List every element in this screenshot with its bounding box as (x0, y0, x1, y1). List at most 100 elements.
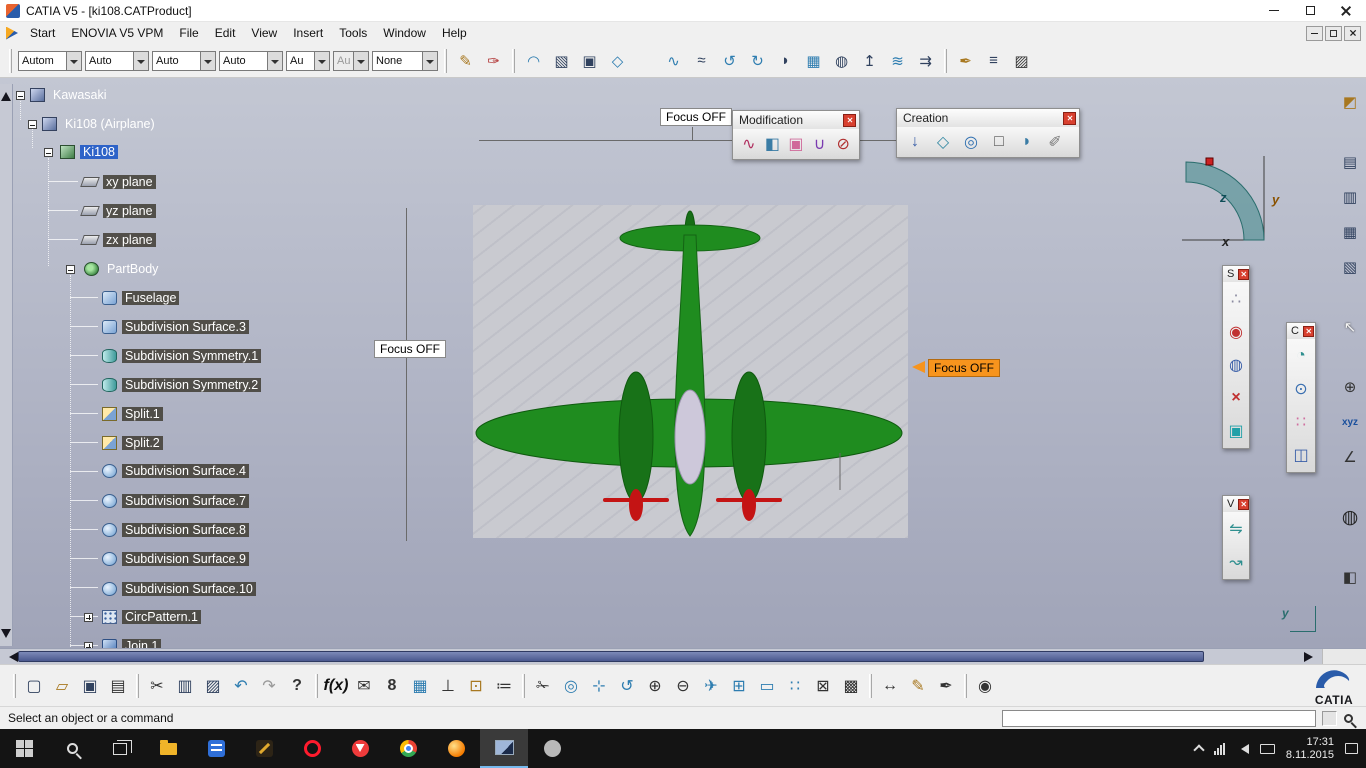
tree-item-label[interactable]: zx plane (103, 233, 156, 247)
rules-icon[interactable]: ≔ (491, 673, 517, 699)
tray-chevron-up-icon[interactable] (1193, 744, 1205, 756)
render-style-icon[interactable]: ∷ (782, 673, 808, 699)
arc-icon[interactable]: ◠ (521, 48, 546, 73)
tree-item-subdivision-surface-8[interactable]: Subdivision Surface.8 (102, 521, 249, 539)
ink-icon[interactable]: ✒ (933, 673, 959, 699)
knowledge-icon[interactable]: 8 (379, 673, 405, 699)
face-box-icon[interactable]: ▣ (786, 132, 806, 156)
wire-sphere-icon[interactable]: ◍ (1224, 353, 1248, 377)
minimize-button[interactable] (1256, 0, 1292, 21)
network-icon[interactable] (1213, 742, 1225, 755)
close-button[interactable] (1303, 325, 1314, 337)
tree-item-label[interactable]: Subdivision Surface.4 (122, 464, 249, 478)
sweep-view-icon[interactable]: ↝ (1224, 550, 1248, 574)
cyan-box-icon[interactable]: ▣ (1224, 419, 1248, 443)
search-user-icon[interactable] (1344, 712, 1353, 726)
paint-icon[interactable]: ◩ (1338, 90, 1362, 114)
tree-item-split-2[interactable]: Split.2 (102, 434, 163, 452)
delete-icon[interactable]: × (1224, 386, 1248, 410)
tree-item-label[interactable]: Ki108 (80, 145, 118, 159)
grid-icon[interactable]: ▦ (801, 48, 826, 73)
undo-icon[interactable]: ↶ (228, 673, 254, 699)
capture-icon[interactable]: ◉ (972, 673, 998, 699)
doc-close-button[interactable] (1344, 25, 1361, 41)
tree-item-yz-plane[interactable]: yz plane (80, 202, 156, 220)
redo-icon[interactable]: ↷ (256, 673, 282, 699)
red-sphere-icon[interactable]: ◉ (1224, 320, 1248, 344)
zoom-in-icon[interactable]: ⊕ (642, 673, 668, 699)
tree-item-label[interactable]: xy plane (103, 175, 156, 189)
catia-taskbar-button[interactable] (480, 729, 528, 768)
cut-icon[interactable]: ✂ (144, 673, 170, 699)
select-cursor-icon[interactable]: ↖ (1338, 315, 1362, 339)
notification-center-icon[interactable] (1345, 743, 1358, 754)
zoom-out-icon[interactable]: ⊖ (670, 673, 696, 699)
comment-icon[interactable]: ✉ (351, 673, 377, 699)
point-grid-icon[interactable]: ∷ (1289, 410, 1313, 434)
cylinder-icon[interactable]: ◎ (959, 130, 983, 154)
quick-view-icon[interactable]: ▭ (754, 673, 780, 699)
layer-list-icon[interactable]: ▧ (1338, 255, 1362, 279)
line-weight-combo[interactable]: Auto (152, 50, 216, 71)
tree-item-label[interactable]: Ki108 (Airplane) (62, 117, 158, 131)
plane-tool-icon[interactable]: ◇ (931, 130, 955, 154)
cutter-icon[interactable]: ✐ (1043, 130, 1067, 154)
rotate-view-icon[interactable]: ↺ (614, 673, 640, 699)
axis-target-icon[interactable]: ∠ (1338, 445, 1362, 469)
3d-compass[interactable]: z y x (1172, 150, 1294, 256)
tree-item-subdivision-surface-4[interactable]: Subdivision Surface.4 (102, 462, 249, 480)
scroll-left-icon[interactable] (4, 652, 18, 662)
scrollbar-thumb[interactable] (18, 651, 1204, 662)
doc-restore-button[interactable] (1325, 25, 1342, 41)
catalog-icon[interactable]: ⊡ (463, 673, 489, 699)
edit-spline-icon[interactable]: ∿ (739, 132, 759, 156)
multi-view-icon[interactable]: ⊞ (726, 673, 752, 699)
close-button[interactable] (1328, 0, 1364, 21)
close-button[interactable] (843, 113, 856, 127)
tree-item-subdivision-symmetry-1[interactable]: Subdivision Symmetry.1 (102, 347, 262, 365)
swap-arrows-icon[interactable] (633, 48, 658, 73)
shade-mode-icon[interactable]: ◧ (1338, 565, 1362, 589)
tree-item-zx-plane[interactable]: zx plane (80, 231, 156, 249)
revolve-icon[interactable]: ⊙ (1289, 377, 1313, 401)
paste-icon[interactable]: ▨ (200, 673, 226, 699)
print-icon[interactable]: ▤ (105, 673, 131, 699)
pen-icon[interactable]: ✒ (953, 48, 978, 73)
shaded-box-icon[interactable]: ▧ (549, 48, 574, 73)
layers-icon[interactable]: ≡ (981, 48, 1006, 73)
tree-item-label[interactable]: Subdivision Symmetry.2 (122, 378, 262, 392)
menu-enovia[interactable]: ENOVIA V5 VPM (63, 23, 171, 43)
viewport[interactable]: Focus OFF Focus OFF Focus OFF Kawasaki K… (0, 78, 1366, 648)
greenshot-button[interactable] (528, 729, 576, 768)
toolbar-grip[interactable] (869, 673, 872, 698)
expand-toggle[interactable] (84, 613, 93, 622)
scroll-down-icon[interactable] (1, 629, 11, 643)
fillet-icon[interactable]: ◗ (773, 48, 798, 73)
trim-icon[interactable]: ✁ (530, 673, 556, 699)
tree-item-label[interactable]: yz plane (103, 204, 156, 218)
tree-item-xy-plane[interactable]: xy plane (80, 173, 156, 191)
collapse-toggle[interactable] (16, 91, 25, 100)
layer-list-icon[interactable]: ▦ (1338, 220, 1362, 244)
scroll-up-icon[interactable] (1, 87, 11, 101)
tree-item-label[interactable]: Split.2 (122, 436, 163, 450)
expand-toggle[interactable] (84, 642, 93, 648)
formula-icon[interactable]: f(x) (323, 673, 349, 699)
restore-button[interactable] (1292, 0, 1328, 21)
tree-vertical-scrollbar[interactable] (0, 84, 13, 646)
close-button[interactable] (1063, 111, 1076, 125)
half-disc-icon[interactable]: ◗ (1015, 130, 1039, 154)
menu-file[interactable]: File (171, 23, 206, 43)
tree-item-label[interactable]: Subdivision Surface.3 (122, 320, 249, 334)
layer-list-icon[interactable]: ▥ (1338, 185, 1362, 209)
layer-combo[interactable]: None (372, 50, 438, 71)
tree-item-ki108[interactable]: Ki108 (60, 143, 118, 161)
line-type-combo[interactable]: Auto (85, 50, 149, 71)
chevron-down-icon[interactable] (66, 51, 81, 70)
tree-item-circpattern-1[interactable]: CircPattern.1 (102, 608, 201, 626)
modify-surface-icon[interactable]: ◧ (763, 132, 783, 156)
tree-item-subdivision-symmetry-2[interactable]: Subdivision Symmetry.2 (102, 376, 262, 394)
point-icon[interactable]: ↓ (903, 130, 927, 154)
toolbar-grip[interactable] (522, 673, 525, 698)
annotate-icon[interactable]: ✎ (905, 673, 931, 699)
